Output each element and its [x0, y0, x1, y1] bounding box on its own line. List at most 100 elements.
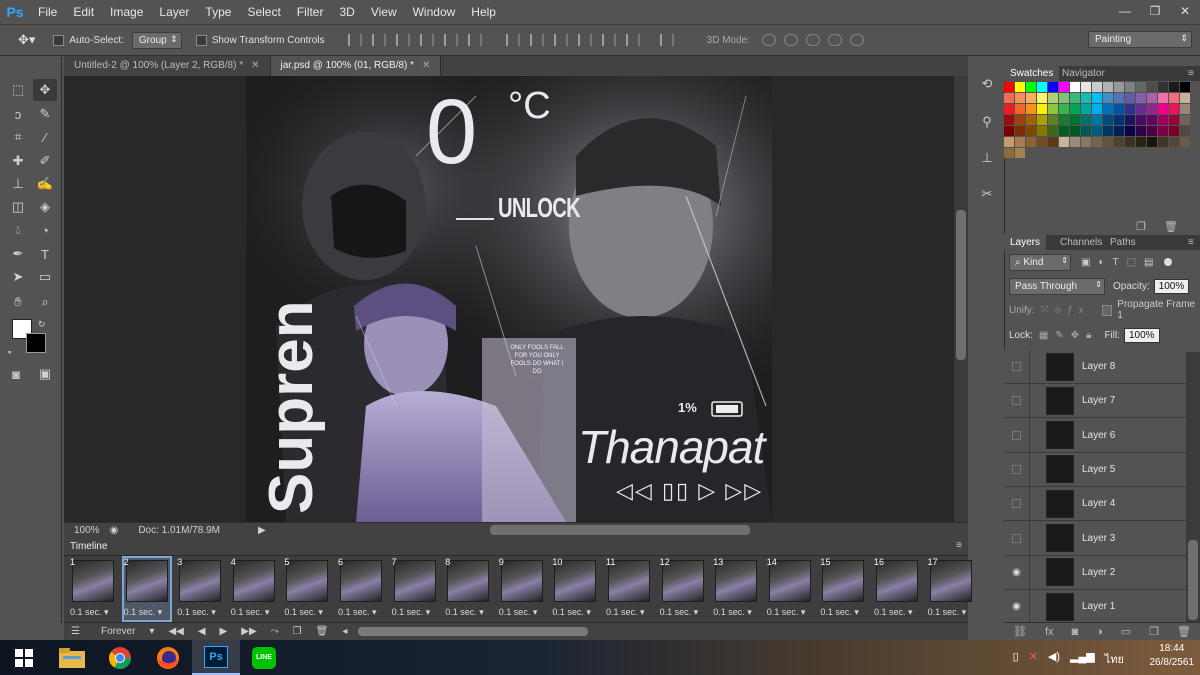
hand-tool-icon[interactable]: ✋︎ [6, 291, 30, 313]
brush-tool-icon[interactable]: ✐ [33, 150, 57, 172]
timeline-frame[interactable]: 16 0.1 sec. ▾ [872, 556, 922, 622]
color-swatch[interactable] [1147, 137, 1157, 147]
timeline-frame[interactable]: 15 0.1 sec. ▾ [818, 556, 868, 622]
frame-delay[interactable]: 0.1 sec. ▾ [713, 607, 752, 618]
restore-icon[interactable]: ❐ [1140, 0, 1170, 22]
color-swatch[interactable] [1180, 115, 1190, 125]
eraser-tool-icon[interactable]: ◫ [6, 196, 30, 218]
close-tab-icon[interactable]: ✕ [251, 60, 259, 71]
layers-scroll-thumb[interactable] [1188, 540, 1198, 620]
color-swatch[interactable] [1037, 126, 1047, 136]
3d-slide-icon[interactable] [827, 34, 842, 46]
tab-paths[interactable]: Paths [1104, 235, 1142, 250]
color-swatch[interactable] [1125, 104, 1135, 114]
menu-3d[interactable]: 3D [331, 0, 362, 24]
color-swatch[interactable] [1059, 82, 1069, 92]
color-swatch[interactable] [1081, 115, 1091, 125]
color-swatch[interactable] [1048, 104, 1058, 114]
filter-toggle-icon[interactable] [1163, 258, 1172, 266]
color-swatch[interactable] [1037, 137, 1047, 147]
language-indicator[interactable]: ไทย [1105, 650, 1124, 668]
layer-row[interactable]: Layer 7 [1004, 383, 1186, 419]
timeline-scroll-thumb[interactable] [358, 627, 589, 636]
layer-row[interactable]: Layer 3 [1004, 521, 1186, 556]
color-swatch[interactable] [1180, 82, 1190, 92]
layer-style-icon[interactable]: fx [1045, 626, 1054, 638]
color-swatch[interactable] [1092, 126, 1102, 136]
timeline-frame[interactable]: 13 0.1 sec. ▾ [711, 556, 761, 622]
menu-filter[interactable]: Filter [289, 0, 332, 24]
move-tool-preset-icon[interactable]: ✥▾ [18, 32, 35, 48]
workspace-dropdown[interactable]: Painting [1088, 31, 1192, 48]
visibility-toggle[interactable] [1004, 383, 1030, 418]
color-swatch[interactable] [1180, 93, 1190, 103]
show-transform-checkbox[interactable] [195, 34, 207, 46]
menu-file[interactable]: File [30, 0, 65, 24]
filter-type-icons[interactable]: ▣◐T⬚▤ [1081, 257, 1162, 268]
delete-layer-icon[interactable]: 🗑︎ [1177, 625, 1191, 638]
color-swatch[interactable] [1169, 82, 1179, 92]
link-layers-icon[interactable]: ⛓ [1013, 625, 1027, 638]
color-swatch[interactable] [1004, 115, 1014, 125]
color-swatch[interactable] [1136, 82, 1146, 92]
timeline-frame[interactable]: 2 0.1 sec. ▾ [121, 556, 172, 622]
file-explorer-icon[interactable] [48, 640, 96, 675]
color-swatch[interactable] [1059, 137, 1069, 147]
menu-layer[interactable]: Layer [151, 0, 197, 24]
quick-select-tool-icon[interactable]: ✎ [33, 103, 57, 125]
opacity-input[interactable]: 100% [1153, 278, 1190, 294]
screen-mode-icon[interactable]: ▣ [33, 363, 57, 385]
color-swatch[interactable] [1092, 115, 1102, 125]
color-swatch[interactable] [1147, 115, 1157, 125]
color-swatch[interactable] [1048, 115, 1058, 125]
new-layer-icon[interactable]: ❐ [1149, 625, 1159, 638]
canvas-vertical-scroll-thumb[interactable] [956, 210, 966, 360]
signal-icon[interactable]: ▂▄▆ [1070, 650, 1095, 668]
color-swatch[interactable] [1015, 115, 1025, 125]
network-off-icon[interactable]: ✕ [1029, 650, 1038, 668]
color-swatch[interactable] [1059, 126, 1069, 136]
delete-swatch-icon[interactable]: 🗑︎ [1164, 220, 1178, 233]
chrome-icon[interactable] [96, 640, 144, 675]
color-swatch[interactable] [1015, 148, 1025, 158]
frame-delay[interactable]: 0.1 sec. ▾ [820, 607, 859, 618]
color-swatch[interactable] [1147, 104, 1157, 114]
eye-icon[interactable]: ◉ [1004, 589, 1030, 624]
previous-frame-icon[interactable]: ◀ [198, 626, 206, 637]
timeline-frame[interactable]: 7 0.1 sec. ▾ [390, 556, 440, 622]
color-swatch[interactable] [1037, 82, 1047, 92]
color-swatch[interactable] [1169, 126, 1179, 136]
color-swatch[interactable] [1015, 93, 1025, 103]
color-swatch[interactable] [1070, 115, 1080, 125]
new-swatch-icon[interactable]: ❐ [1136, 220, 1146, 233]
frame-delay[interactable]: 0.1 sec. ▾ [606, 607, 645, 618]
color-swatch[interactable] [1147, 82, 1157, 92]
3d-rotate-icon[interactable] [761, 34, 776, 46]
frame-delay[interactable]: 0.1 sec. ▾ [445, 607, 484, 618]
color-swatch[interactable] [1136, 126, 1146, 136]
color-swatch[interactable] [1136, 137, 1146, 147]
color-swatch[interactable] [1169, 115, 1179, 125]
tab-untitled-2[interactable]: Untitled-2 @ 100% (Layer 2, RGB/8) * ✕ [64, 56, 271, 76]
color-swatch[interactable] [1004, 82, 1014, 92]
close-tab-icon[interactable]: ✕ [422, 60, 430, 71]
distribute-bottom-icon[interactable] [553, 34, 568, 46]
crop-tool-icon[interactable]: ⌗ [6, 126, 30, 148]
loop-dropdown[interactable]: Forever [101, 626, 135, 637]
timeline-frame[interactable]: 5 0.1 sec. ▾ [282, 556, 332, 622]
align-right-icon[interactable] [467, 34, 482, 46]
color-swatch[interactable] [1103, 82, 1113, 92]
color-swatch[interactable] [1158, 137, 1168, 147]
color-swatch[interactable] [1158, 93, 1168, 103]
align-left-icon[interactable] [419, 34, 434, 46]
color-swatch[interactable] [1015, 104, 1025, 114]
color-swatch[interactable] [1103, 137, 1113, 147]
tab-layers[interactable]: Layers [1004, 235, 1047, 250]
3d-scale-icon[interactable] [849, 34, 864, 46]
menu-edit[interactable]: Edit [65, 0, 102, 24]
color-swatch[interactable] [1026, 104, 1036, 114]
timeline-scroll-left-icon[interactable]: ◂ [342, 626, 347, 637]
visibility-toggle[interactable] [1004, 452, 1030, 487]
color-swatch[interactable] [1158, 126, 1168, 136]
unify-icons[interactable]: ⤧⦾ƒx [1041, 305, 1090, 316]
